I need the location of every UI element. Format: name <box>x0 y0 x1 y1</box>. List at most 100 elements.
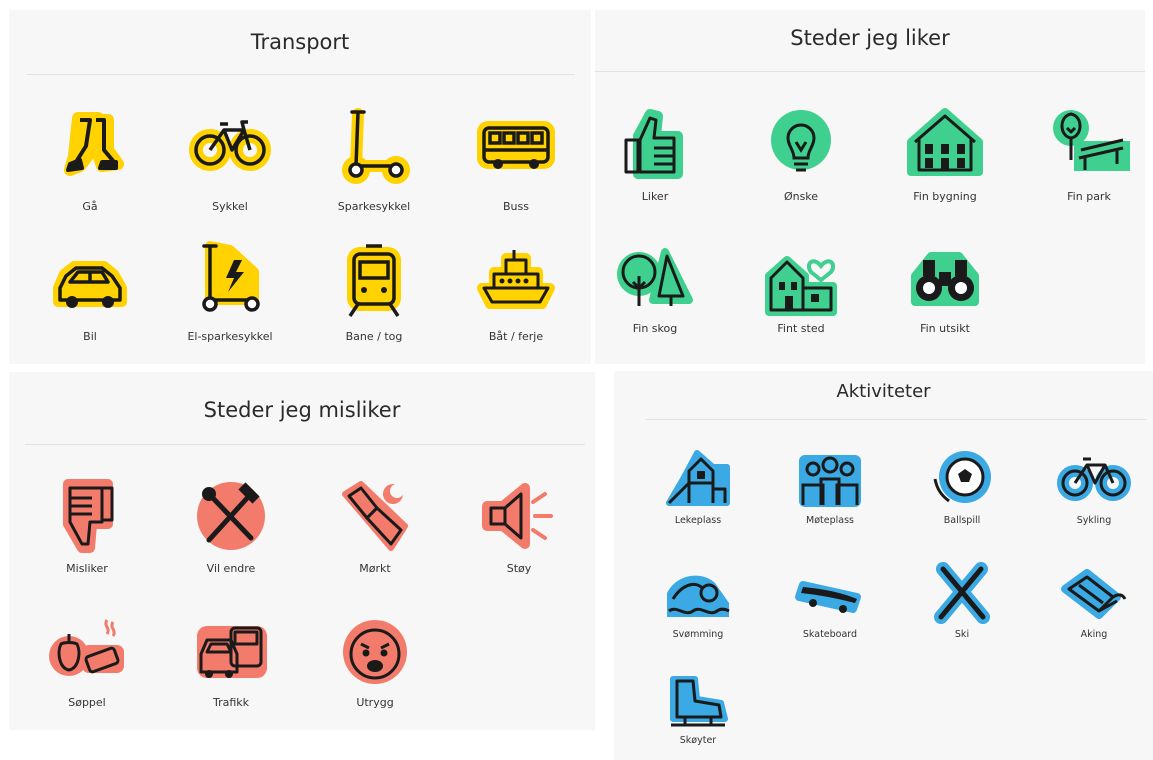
transport-divider <box>27 74 575 75</box>
aktiviteter-panel: Aktiviteter Lekeplass Møteplass Ballspil… <box>614 371 1153 760</box>
misliker-tile-vil-endre[interactable]: Vil endre <box>171 478 291 575</box>
aktiviteter-tile-lekeplass[interactable]: Lekeplass <box>638 449 758 526</box>
liker-tile-onske[interactable]: Ønske <box>741 106 861 203</box>
transport-tile-el-sparkesykkel[interactable]: El-sparkesykkel <box>170 241 290 343</box>
liker-label: Fin bygning <box>913 190 977 203</box>
liker-tile-liker[interactable]: Liker <box>595 106 715 203</box>
misliker-label: Støy <box>506 562 532 575</box>
liker-label: Fint sted <box>777 322 825 335</box>
soccer-ball-icon <box>933 451 991 503</box>
liker-tile-fin-park[interactable]: Fin park <box>1029 106 1149 203</box>
transport-label: El-sparkesykkel <box>187 330 273 343</box>
liker-divider <box>595 71 1145 72</box>
trash-apple-can-icon <box>49 619 124 676</box>
aktiviteter-tile-svomming[interactable]: Svømming <box>638 563 758 640</box>
house-heart-icon <box>765 256 837 316</box>
transport-tile-ga[interactable]: Gå <box>30 106 150 213</box>
playground-icon <box>666 450 730 506</box>
misliker-tile-utrygg[interactable]: Utrygg <box>315 612 435 709</box>
aktiviteter-label: Lekeplass <box>674 515 722 526</box>
aktiviteter-label: Skateboard <box>802 629 858 640</box>
liker-label: Fin skog <box>632 322 678 335</box>
thumbs-down-icon <box>63 479 114 553</box>
misliker-tile-stoy[interactable]: Støy <box>459 478 579 575</box>
misliker-label: Trafikk <box>212 696 250 709</box>
traffic-cars-icon <box>197 626 267 678</box>
misliker-label: Søppel <box>68 696 106 709</box>
aktiviteter-label: Skøyter <box>679 735 717 746</box>
misliker-title: Steder jeg misliker <box>203 398 401 422</box>
transport-title: Transport <box>250 30 350 54</box>
liker-panel: Steder jeg liker Liker Ønske Fin bygning… <box>595 10 1145 364</box>
liker-tile-fin-utsikt[interactable]: Fin utsikt <box>885 246 1005 335</box>
liker-label: Ønske <box>783 190 819 203</box>
aktiviteter-tile-ski[interactable]: Ski <box>902 562 1022 640</box>
bus-icon <box>477 121 555 169</box>
aktiviteter-tile-skoyter[interactable]: Skøyter <box>638 673 758 746</box>
liker-label: Fin park <box>1067 190 1111 203</box>
misliker-tile-misliker[interactable]: Misliker <box>27 478 147 575</box>
aktiviteter-label: Ballspill <box>943 515 981 526</box>
liker-title: Steder jeg liker <box>790 26 950 50</box>
thumbs-up-icon <box>624 109 683 179</box>
liker-tile-fint-sted[interactable]: Fint sted <box>741 246 861 335</box>
aktiviteter-label: Svømming <box>672 629 724 640</box>
aktiviteter-tile-aking[interactable]: Aking <box>1034 563 1153 640</box>
binoculars-icon <box>911 252 979 306</box>
walking-legs-icon <box>64 112 124 176</box>
liker-label: Liker <box>641 190 669 203</box>
forest-icon <box>617 248 693 306</box>
transport-tile-buss[interactable]: Buss <box>456 106 576 213</box>
bicycle-icon <box>189 120 271 171</box>
skateboard-icon <box>795 581 861 613</box>
transport-tile-sykkel[interactable]: Sykkel <box>170 106 290 213</box>
transport-panel: Transport Gå Sykkel Sparkesykkel Buss Bi… <box>9 10 591 364</box>
loudspeaker-icon <box>482 483 553 549</box>
aktiviteter-title: Aktiviteter <box>836 381 931 402</box>
aktiviteter-label: Sykling <box>1076 515 1112 526</box>
scared-face-icon <box>343 620 407 684</box>
misliker-tile-morkt[interactable]: Mørkt <box>315 478 435 575</box>
swimmer-icon <box>667 575 730 617</box>
transport-tile-bat-ferje[interactable]: Båt / ferje <box>456 242 576 343</box>
misliker-label: Utrygg <box>356 696 394 709</box>
flashlight-moon-icon <box>342 481 408 551</box>
transport-tile-bil[interactable]: Bil <box>30 244 150 343</box>
electric-scooter-icon <box>202 241 260 312</box>
transport-label: Bane / tog <box>345 330 403 343</box>
aktiviteter-tile-skateboard[interactable]: Skateboard <box>770 563 890 640</box>
transport-label: Bil <box>83 330 97 343</box>
liker-tile-fin-bygning[interactable]: Fin bygning <box>885 106 1005 203</box>
aktiviteter-label: Møteplass <box>806 515 854 526</box>
misliker-label: Vil endre <box>206 562 256 575</box>
transport-tile-bane-tog[interactable]: Bane / tog <box>314 242 434 343</box>
aktiviteter-tile-ballspill[interactable]: Ballspill <box>902 449 1022 526</box>
transport-tile-sparkesykkel[interactable]: Sparkesykkel <box>314 106 434 213</box>
meeting-people-icon <box>799 455 861 507</box>
transport-label: Sparkesykkel <box>337 200 411 213</box>
car-icon <box>53 261 127 308</box>
bicycle-icon <box>1057 457 1131 501</box>
misliker-label: Mørkt <box>359 562 391 575</box>
aktiviteter-divider <box>646 419 1146 420</box>
lightbulb-icon <box>771 110 831 172</box>
kick-scooter-icon <box>342 108 410 184</box>
misliker-tile-soppel[interactable]: Søppel <box>27 612 147 709</box>
misliker-label: Misliker <box>66 562 108 575</box>
train-icon <box>347 244 401 317</box>
crossed-skis-icon <box>934 562 990 624</box>
misliker-tile-trafikk[interactable]: Trafikk <box>171 612 291 709</box>
park-bench-icon <box>1053 110 1130 171</box>
aktiviteter-tile-sykling[interactable]: Sykling <box>1034 449 1153 526</box>
transport-label: Båt / ferje <box>488 330 544 343</box>
misliker-panel: Steder jeg misliker Misliker Vil endre M… <box>9 372 595 730</box>
transport-label: Gå <box>82 200 98 213</box>
aktiviteter-tile-moteplass[interactable]: Møteplass <box>770 449 890 526</box>
aktiviteter-label: Ski <box>954 629 970 640</box>
ferry-icon <box>477 250 555 309</box>
liker-label: Fin utsikt <box>920 322 970 335</box>
liker-tile-fin-skog[interactable]: Fin skog <box>595 246 715 335</box>
ice-skate-icon <box>670 676 728 727</box>
aktiviteter-label: Aking <box>1080 629 1108 640</box>
transport-label: Buss <box>503 200 529 213</box>
